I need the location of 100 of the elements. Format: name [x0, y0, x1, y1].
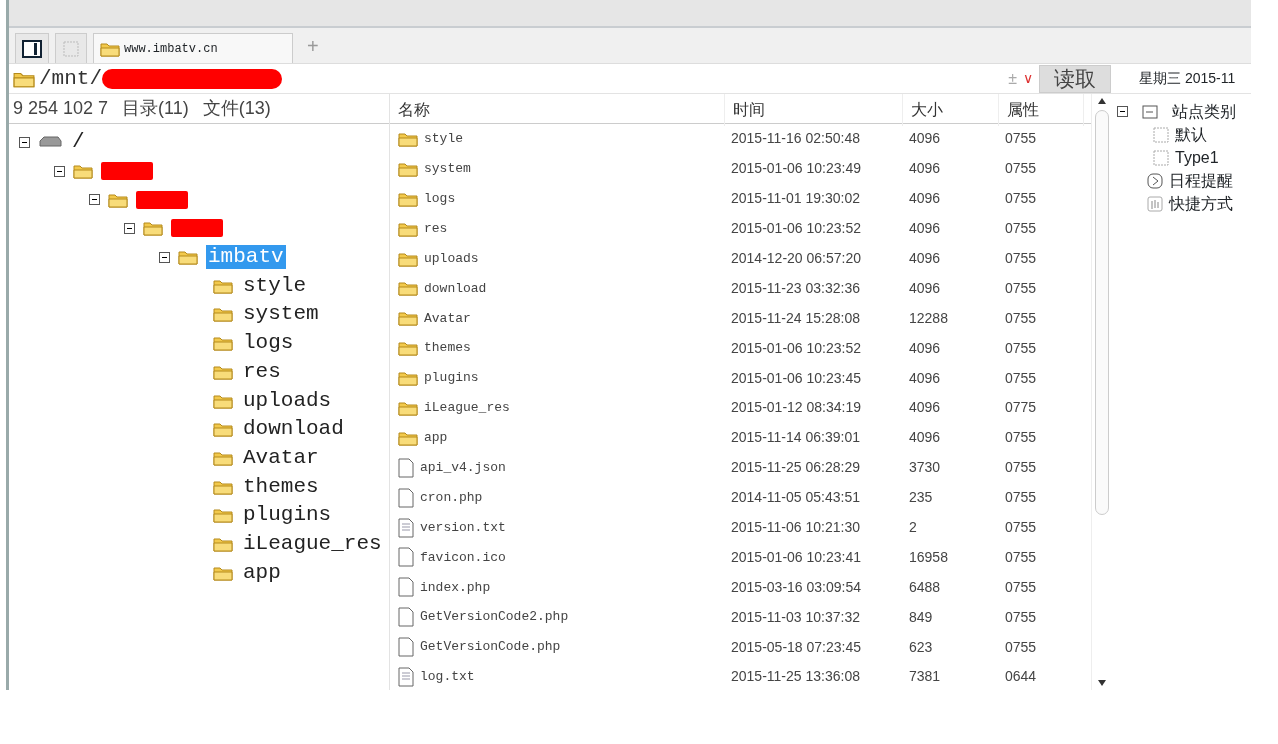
table-cell-text: 4096 — [908, 249, 942, 268]
tree-item[interactable]: 日程提醒 — [1169, 168, 1233, 193]
dropdown-caret[interactable]: ∨ — [1023, 68, 1033, 89]
table-cell-text: 0644 — [1004, 667, 1038, 687]
tree-item[interactable]: uploads — [241, 388, 334, 413]
table-cell-text: 0755 — [1004, 368, 1038, 388]
table-cell-text: 4096 — [908, 398, 942, 418]
table-cell-text: 0755 — [1004, 458, 1038, 478]
column-header[interactable]: 时间 — [725, 94, 903, 126]
file-icon — [398, 577, 414, 598]
folder-icon — [213, 421, 233, 438]
column-header[interactable]: 名称 — [390, 94, 725, 126]
collapse-toggle[interactable] — [89, 194, 100, 206]
dotted-square-icon — [1153, 126, 1169, 143]
file-name[interactable]: GetVersionCode2.php — [420, 607, 569, 627]
column-header[interactable]: 属性 — [999, 94, 1084, 126]
tree-item[interactable]: / — [70, 130, 87, 155]
table-cell-text: 2015-11-03 10:37:32 — [730, 607, 861, 627]
table-cell-text: 849 — [908, 607, 934, 627]
tree-item[interactable]: Avatar — [241, 445, 321, 470]
folder-icon — [100, 40, 120, 57]
table-cell-text: 2014-12-20 06:57:20 — [730, 249, 862, 268]
folder-icon — [213, 507, 233, 524]
file-name[interactable]: log.txt — [420, 667, 475, 687]
tab[interactable]: www.imbatv.cn — [93, 33, 293, 63]
table-cell-text: 12288 — [908, 308, 949, 328]
file-name[interactable]: version.txt — [420, 517, 506, 538]
file-name[interactable]: res — [424, 218, 448, 239]
file-name[interactable]: cron.php — [420, 487, 483, 508]
file-name[interactable]: app — [424, 428, 448, 448]
table-cell-text: 0755 — [1004, 159, 1038, 179]
table-cell-text: 2015-01-12 08:34:19 — [730, 398, 862, 418]
count-text: 目录(11) — [122, 98, 189, 119]
collapse-toggle[interactable] — [19, 136, 30, 148]
read-button[interactable]: 读取 — [1039, 64, 1111, 93]
collapse-toggle[interactable] — [124, 222, 135, 234]
collapse-toggle[interactable] — [1117, 106, 1128, 117]
tab[interactable] — [15, 33, 49, 63]
table-cell-text: 2015-11-06 10:21:30 — [730, 518, 861, 537]
table-cell-text: 4096 — [908, 278, 942, 298]
path-text: /mnt/ — [39, 65, 102, 92]
file-name[interactable]: uploads — [424, 248, 479, 269]
file-name[interactable]: plugins — [424, 368, 479, 388]
table-cell-text: 0755 — [1004, 189, 1038, 209]
tree-item[interactable]: 站点类别 — [1172, 99, 1236, 124]
column-header[interactable]: 大小 — [903, 94, 999, 126]
table-cell-text: 2015-03-16 03:09:54 — [730, 577, 862, 597]
folder-icon — [398, 429, 418, 446]
table-cell-text: 2015-01-06 10:23:52 — [730, 338, 862, 358]
folder-icon — [398, 340, 418, 357]
table-cell-text: 4096 — [908, 159, 942, 179]
folder-icon — [178, 249, 198, 266]
table-cell-text: 4096 — [908, 129, 942, 149]
table-cell-text: 2015-11-25 13:36:08 — [730, 667, 861, 687]
tree-item[interactable]: system — [241, 302, 321, 327]
file-name[interactable]: index.php — [420, 577, 491, 598]
scroll-up-icon[interactable] — [1097, 98, 1106, 104]
file-name[interactable]: system — [424, 159, 471, 179]
table-cell-text: 0755 — [1004, 577, 1038, 597]
tree-item[interactable]: Type1 — [1175, 145, 1219, 170]
tree-item[interactable]: 快捷方式 — [1169, 191, 1233, 216]
folder-icon — [213, 392, 233, 409]
table-cell-text: 6488 — [908, 577, 942, 597]
tree-item[interactable]: res — [241, 359, 283, 384]
tree-item[interactable]: themes — [241, 474, 321, 499]
collapse-toggle[interactable] — [54, 165, 65, 177]
file-name[interactable]: Avatar — [424, 308, 471, 329]
file-name[interactable]: style — [424, 129, 463, 149]
panel-icon — [22, 39, 42, 58]
table-cell-text: 0755 — [1004, 488, 1038, 508]
blank-page-icon — [62, 39, 80, 58]
tree-item[interactable]: iLeague_res — [241, 531, 384, 556]
file-name[interactable]: GetVersionCode.php — [420, 637, 561, 657]
tree-item[interactable]: download — [241, 417, 346, 442]
folder-icon — [213, 277, 233, 294]
file-name[interactable]: api_v4.json — [420, 458, 506, 478]
tree-item[interactable]: style — [241, 273, 308, 298]
table-cell-text: 7381 — [908, 667, 942, 687]
file-name[interactable]: logs — [424, 188, 456, 209]
tree-item[interactable]: logs — [241, 331, 296, 356]
table-cell-text: 2015-01-06 10:23:45 — [730, 368, 862, 388]
scroll-down-icon[interactable] — [1097, 680, 1106, 686]
file-name[interactable]: iLeague_res — [424, 398, 510, 418]
collapse-toggle[interactable] — [159, 251, 170, 263]
tree-item[interactable]: plugins — [241, 503, 334, 528]
file-icon — [398, 607, 414, 628]
table-cell-text: 2014-11-05 05:43:51 — [730, 488, 861, 508]
scroll-thumb[interactable] — [1094, 110, 1109, 515]
file-name[interactable]: favicon.ico — [420, 547, 506, 568]
file-name[interactable]: download — [424, 278, 487, 299]
file-icon — [398, 637, 414, 658]
file-name[interactable]: themes — [424, 338, 471, 358]
scrollbar[interactable] — [1091, 94, 1111, 690]
table-cell-text: 0755 — [1004, 547, 1038, 567]
tree-item[interactable]: app — [241, 560, 283, 585]
folder-icon — [213, 535, 233, 552]
folder-icon — [213, 363, 233, 380]
folder-icon — [73, 163, 93, 180]
folder-icon — [398, 190, 418, 207]
tree-item[interactable]: 默认 — [1175, 122, 1207, 147]
